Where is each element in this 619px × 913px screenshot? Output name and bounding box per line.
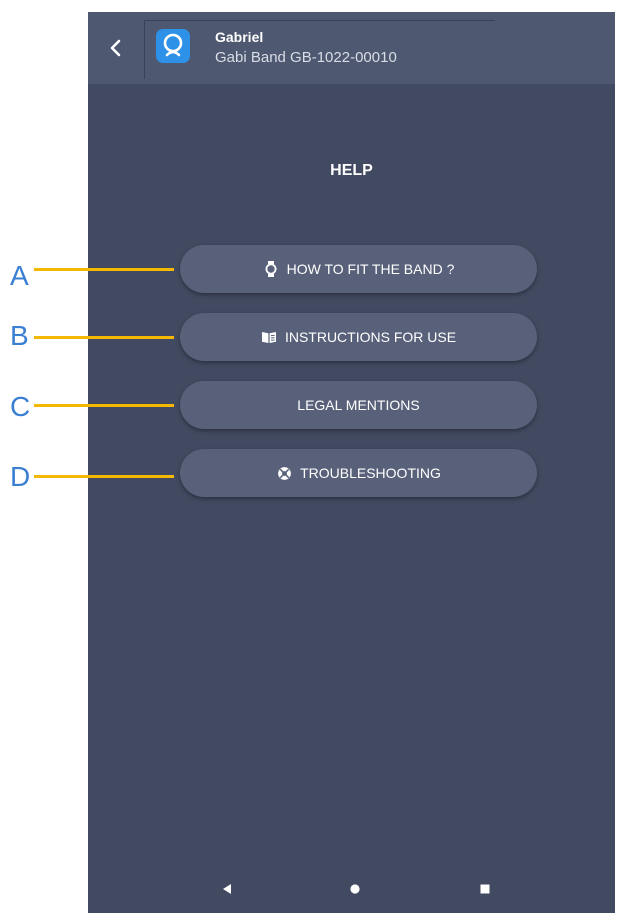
- user-name: Gabriel: [215, 29, 264, 45]
- instructions-label: INSTRUCTIONS FOR USE: [284, 329, 457, 345]
- callout-label-d: D: [10, 461, 31, 492]
- device-name: Gabi Band GB-1022-00010: [215, 49, 397, 66]
- callout-line-a: [34, 268, 174, 271]
- how-to-fit-label: HOW TO FIT THE BAND ?: [286, 261, 455, 277]
- callout-line-c: [34, 404, 174, 407]
- nav-home-button[interactable]: [343, 879, 367, 899]
- callout-label-b: B: [10, 320, 29, 351]
- system-nav-bar: [88, 865, 615, 913]
- how-to-fit-button[interactable]: HOW TO FIT THE BAND ?: [180, 245, 537, 293]
- gabi-logo-icon: [163, 33, 183, 57]
- app-screen: Gabriel Gabi Band GB-1022-00010 HELP HOW…: [88, 12, 615, 913]
- legal-mentions-label: LEGAL MENTIONS: [297, 397, 420, 413]
- callout-line-b: [34, 336, 174, 339]
- app-header: Gabriel Gabi Band GB-1022-00010: [88, 12, 615, 84]
- nav-recent-button[interactable]: [473, 879, 497, 899]
- device-selector[interactable]: Gabriel Gabi Band GB-1022-00010: [144, 20, 495, 79]
- troubleshooting-label: TROUBLESHOOTING: [300, 465, 441, 481]
- troubleshooting-button[interactable]: TROUBLESHOOTING: [180, 449, 537, 497]
- watch-icon: [263, 261, 279, 277]
- book-icon: [261, 329, 277, 345]
- lifebuoy-icon: [276, 465, 292, 481]
- chevron-left-icon: [110, 39, 121, 57]
- callout-label-a: A: [10, 260, 29, 291]
- back-button[interactable]: [106, 36, 126, 60]
- square-recent-icon: [480, 884, 490, 894]
- app-logo: [156, 29, 190, 63]
- callout-line-d: [34, 475, 174, 478]
- callout-label-c: C: [10, 391, 31, 422]
- circle-home-icon: [350, 884, 360, 894]
- nav-back-button[interactable]: [216, 879, 240, 899]
- triangle-back-icon: [223, 884, 231, 894]
- page-title: HELP: [330, 162, 373, 179]
- legal-mentions-button[interactable]: LEGAL MENTIONS: [180, 381, 537, 429]
- instructions-button[interactable]: INSTRUCTIONS FOR USE: [180, 313, 537, 361]
